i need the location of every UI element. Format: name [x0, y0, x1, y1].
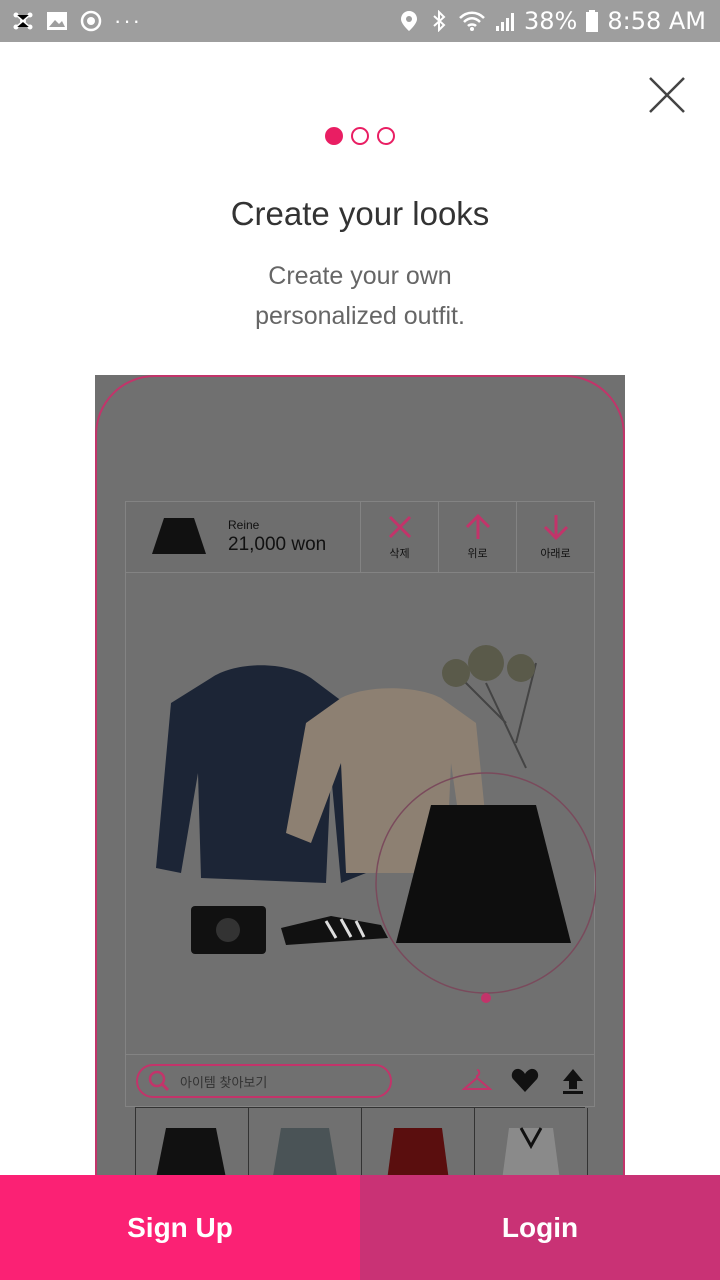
bottom-button-bar: Sign Up Login [0, 1175, 720, 1280]
item-grid [135, 1107, 588, 1175]
item-search-row: 아이템 찾아보기 [125, 1055, 595, 1107]
bluetooth-icon [433, 10, 446, 32]
delete-action: 삭제 [360, 502, 438, 572]
arrow-up-icon [465, 513, 490, 539]
item-brand: Reine [228, 518, 260, 532]
delete-label: 삭제 [389, 548, 410, 560]
grid-item [474, 1108, 588, 1175]
signal-icon [496, 13, 514, 31]
page-subtitle: Create your own personalized outfit. [0, 256, 720, 336]
move-down-action: 아래로 [516, 502, 594, 572]
subtitle-line-2: personalized outfit. [255, 302, 465, 330]
x-icon [388, 515, 411, 539]
outfit-illustration [156, 645, 597, 1003]
app-preview-image: Reine 21,000 won 삭제 위로 아래로 아이템 찾아보기 [95, 375, 625, 1175]
heart-icon [511, 1068, 539, 1092]
status-bar-left: ··· [12, 10, 142, 32]
hanger-icon [462, 1069, 492, 1090]
search-placeholder: 아이템 찾아보기 [180, 1074, 268, 1090]
arrow-down-icon [543, 515, 568, 541]
item-search-box: 아이템 찾아보기 [136, 1064, 392, 1098]
battery-percent: 38% [524, 7, 578, 35]
selected-item-bar: Reine 21,000 won 삭제 위로 아래로 [125, 501, 595, 573]
battery-icon [586, 10, 599, 32]
close-icon[interactable] [646, 74, 688, 116]
search-icon [148, 1070, 170, 1092]
item-price: 21,000 won [228, 534, 327, 555]
location-icon [401, 11, 417, 31]
subtitle-line-1: Create your own [268, 262, 452, 290]
outfit-canvas [125, 573, 597, 1055]
page-title: Create your looks [230, 195, 490, 232]
clock: 8:58 AM [607, 7, 706, 35]
signup-button[interactable]: Sign Up [0, 1175, 360, 1280]
more-notifications-icon: ··· [114, 8, 142, 33]
upload-icon [563, 1069, 583, 1094]
skirt-thumbnail [152, 518, 206, 554]
page-dot-3[interactable] [377, 127, 395, 145]
page-dot-1[interactable] [325, 127, 343, 145]
sync-icon [80, 10, 102, 32]
login-button[interactable]: Login [360, 1175, 720, 1280]
grid-item [135, 1108, 248, 1175]
move-up-action: 위로 [438, 502, 516, 572]
grid-item [361, 1108, 474, 1175]
move-up-label: 위로 [467, 548, 488, 560]
grid-item [248, 1108, 361, 1175]
page-indicator [0, 127, 720, 145]
selected-item-text: Reine 21,000 won [228, 518, 326, 556]
tool-icons [462, 1065, 588, 1095]
status-bar: ··· 38% 8:58 AM [0, 0, 720, 42]
status-bar-right: 38% 8:58 AM [398, 7, 706, 35]
page-dot-2[interactable] [351, 127, 369, 145]
sneaker [281, 916, 388, 945]
selected-item-info: Reine 21,000 won [126, 502, 360, 572]
gallery-icon [47, 12, 67, 30]
wifi-icon [459, 11, 485, 31]
move-down-label: 아래로 [540, 548, 571, 560]
network-icon [13, 12, 33, 30]
